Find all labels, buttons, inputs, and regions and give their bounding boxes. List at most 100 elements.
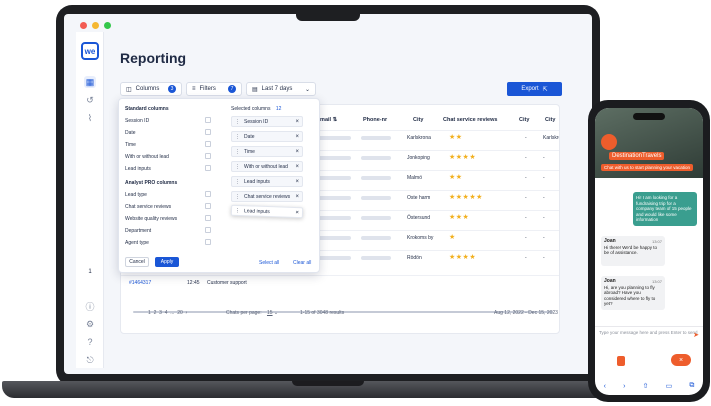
page-3[interactable]: 3 [159, 310, 162, 316]
filters-label: Filters [199, 86, 216, 92]
standard-column-option[interactable]: Lead inputs [125, 166, 151, 172]
remove-column-icon[interactable]: × [295, 164, 299, 170]
analyst-column-option[interactable]: Chat service reviews [125, 204, 171, 210]
column-checkbox[interactable] [205, 239, 211, 245]
tabs-icon[interactable]: ⧉ [689, 382, 694, 390]
session-id-link[interactable]: #1464317 [129, 280, 151, 286]
analyst-column-option[interactable]: Lead type [125, 192, 147, 198]
drag-handle-icon[interactable]: ⋮ [235, 119, 240, 125]
city-cell: Östersund [407, 215, 431, 221]
help-icon[interactable]: ? [84, 336, 96, 348]
column-header-chat-reviews[interactable]: Chat service reviews [443, 117, 497, 123]
column-checkbox[interactable] [205, 203, 211, 209]
page-1[interactable]: 1 [148, 310, 151, 316]
maximize-window-dot[interactable] [104, 22, 111, 29]
chat-brand-subtitle: Chat with us to start planning your vaca… [601, 164, 694, 171]
analyst-column-option[interactable]: Website quality reviews [125, 216, 177, 222]
logout-icon[interactable]: ⎋ [84, 354, 96, 366]
column-header-city[interactable]: City [413, 117, 423, 123]
drag-handle-icon[interactable]: ⋮ [235, 164, 240, 170]
column-checkbox[interactable] [205, 153, 211, 159]
city-cell-2: - [525, 135, 527, 141]
remove-column-icon[interactable]: × [295, 179, 299, 185]
drag-handle-icon[interactable]: ⋮ [235, 179, 240, 185]
app-logo[interactable]: we [81, 42, 99, 60]
selected-column-item[interactable]: ⋮ Time × [231, 146, 303, 157]
cancel-button[interactable]: Cancel [125, 257, 149, 267]
selected-column-item[interactable]: ⋮ Chat service reviews × [231, 191, 303, 202]
history-icon[interactable]: ↺ [84, 94, 96, 106]
forward-icon[interactable]: › [623, 383, 625, 390]
page-20[interactable]: 20 [177, 310, 183, 316]
selected-column-item[interactable]: ⋮ Session ID × [231, 116, 303, 127]
column-checkbox[interactable] [205, 227, 211, 233]
columns-button[interactable]: ◫ Columns 3 [120, 82, 182, 96]
page-2[interactable]: 2 [154, 310, 157, 316]
city-cell-3: - [543, 255, 545, 261]
blurred-phone [361, 176, 391, 180]
column-header-city-2[interactable]: City [519, 117, 529, 123]
export-label: Export [521, 86, 539, 92]
rows-per-page-select[interactable]: 15 [267, 310, 273, 316]
bookmarks-icon[interactable]: ▭ [666, 382, 673, 390]
drag-handle-icon[interactable]: ⋮ [235, 194, 240, 200]
settings-icon[interactable]: ⚙ [84, 318, 96, 330]
column-checkbox[interactable] [205, 117, 211, 123]
share-icon[interactable]: ⇧ [643, 382, 649, 390]
apply-button[interactable]: Apply [155, 257, 179, 267]
analyst-column-option[interactable]: Department [125, 228, 151, 234]
selected-count: 12 [275, 106, 282, 112]
info-icon[interactable]: ⓘ [84, 300, 96, 312]
table-row[interactable]: #1464317 12:45 Customer support [121, 275, 559, 290]
column-checkbox[interactable] [205, 141, 211, 147]
city-cell-3: - [543, 235, 545, 241]
column-header-city-3[interactable]: City [545, 117, 555, 123]
chat-close-button[interactable]: × [671, 354, 691, 366]
send-icon[interactable]: ➤ [693, 331, 699, 339]
grid-icon[interactable]: ▦ [84, 76, 96, 88]
column-checkbox[interactable] [205, 191, 211, 197]
chat-launcher-icon[interactable] [617, 356, 625, 366]
clear-all-link[interactable]: Clear all [293, 260, 311, 266]
standard-column-option[interactable]: Session ID [125, 118, 149, 124]
selected-column-item[interactable]: ⋮ With or without lead × [231, 161, 303, 172]
remove-column-icon[interactable]: × [295, 149, 299, 155]
camera-notch [296, 11, 360, 21]
analyst-column-option[interactable]: Agent type [125, 240, 149, 246]
standard-column-option[interactable]: Time [125, 142, 136, 148]
drag-handle-icon[interactable]: ⋮ [235, 149, 240, 155]
filters-button[interactable]: ≡ Filters 7 [186, 82, 242, 96]
minimize-window-dot[interactable] [92, 22, 99, 29]
export-button[interactable]: Export ⇱ [507, 82, 562, 96]
page-4[interactable]: 4 [165, 310, 168, 316]
column-checkbox[interactable] [205, 165, 211, 171]
chat-message-input[interactable]: Type your message here and press Enter t… [595, 326, 703, 344]
remove-column-icon[interactable]: × [295, 134, 299, 140]
remove-column-icon[interactable]: × [295, 194, 299, 200]
chat-brand-name: DestinationTravels [609, 152, 665, 160]
chart-icon[interactable]: ⌇ [84, 112, 96, 124]
window-controls [80, 22, 111, 29]
selected-column-item[interactable]: ⋮ Lead inputs × [231, 176, 303, 187]
city-cell-2: - [525, 175, 527, 181]
select-all-link[interactable]: Select all [259, 260, 279, 266]
column-header-email[interactable]: email ⇅ [317, 117, 337, 123]
standard-column-option[interactable]: With or without lead [125, 154, 169, 160]
chat-message-agent: Joan 13:07 Hi, are you planning to fly a… [601, 276, 665, 310]
column-header-phone[interactable]: Phone-nr [363, 117, 387, 123]
drag-handle-icon[interactable]: ⋮ [235, 134, 240, 140]
star-rating: ★★★★ [449, 154, 477, 161]
selected-column-item[interactable]: ⋮ Lead inputs × [230, 204, 304, 219]
standard-column-option[interactable]: Date [125, 130, 136, 136]
selected-column-item[interactable]: ⋮ Date × [231, 131, 303, 142]
remove-column-icon[interactable]: × [295, 209, 299, 215]
back-icon[interactable]: ‹ [604, 383, 606, 390]
column-checkbox[interactable] [205, 129, 211, 135]
close-window-dot[interactable] [80, 22, 87, 29]
next-page-icon[interactable]: › [186, 310, 188, 316]
remove-column-icon[interactable]: × [295, 119, 299, 125]
column-checkbox[interactable] [205, 215, 211, 221]
city-cell-3: - [543, 155, 545, 161]
drag-handle-icon[interactable]: ⋮ [235, 207, 240, 213]
date-range-select[interactable]: ▤ Last 7 days ⌄ [246, 82, 316, 96]
